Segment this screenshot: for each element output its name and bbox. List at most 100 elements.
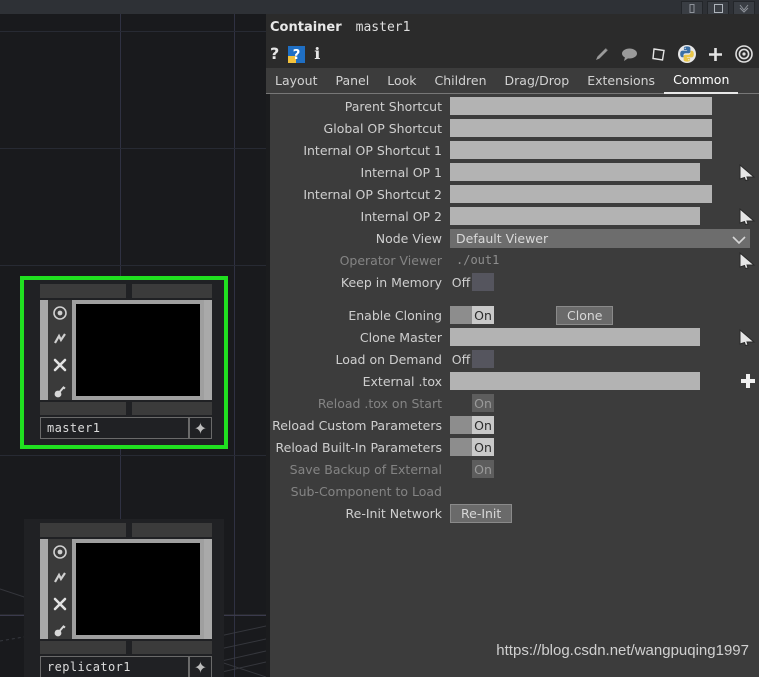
bypass-icon[interactable] bbox=[48, 565, 72, 591]
node-add-button[interactable]: ✦ bbox=[189, 657, 211, 677]
node-top-connector[interactable] bbox=[40, 284, 212, 298]
select-node-view[interactable]: Default Viewer bbox=[450, 228, 750, 248]
edit-pencil-icon[interactable] bbox=[593, 46, 610, 63]
row-internal-op-shortcut-2: Internal OP Shortcut 2 bbox=[270, 183, 759, 205]
collapse-button[interactable] bbox=[733, 1, 755, 15]
clone-x-icon[interactable] bbox=[48, 591, 72, 617]
toggle-keep-in-memory[interactable]: Off bbox=[450, 273, 494, 291]
parameter-header: Container master1 bbox=[266, 14, 759, 40]
clone-x-icon[interactable] bbox=[48, 352, 72, 378]
svg-text:?: ? bbox=[293, 48, 301, 63]
node-view-value: Default Viewer bbox=[456, 230, 549, 246]
toggle-reload-custom-parameters[interactable]: On bbox=[450, 416, 494, 434]
row-reload-tox-on-start: Reload .tox on Start On bbox=[270, 392, 759, 414]
op-help-icon[interactable]: ? bbox=[288, 45, 306, 63]
input-internal-op-shortcut-2[interactable] bbox=[450, 185, 712, 203]
toggle-handle bbox=[472, 350, 494, 368]
watermark-text: https://blog.csdn.net/wangpuqing1997 bbox=[496, 642, 749, 659]
label-global-op-shortcut: Global OP Shortcut bbox=[323, 120, 442, 136]
label-reload-builtin-parameters: Reload Built-In Parameters bbox=[275, 439, 443, 455]
touchdesigner-window: master1 ✦ replicator1 ✦ Container master… bbox=[0, 0, 759, 677]
input-global-op-shortcut[interactable] bbox=[450, 119, 712, 137]
input-clone-master[interactable] bbox=[450, 328, 700, 346]
input-internal-op-2[interactable] bbox=[450, 207, 700, 225]
op-picker-icon[interactable] bbox=[735, 162, 759, 182]
node-right-rail bbox=[204, 539, 212, 639]
toggle-state-label: Off bbox=[450, 273, 472, 291]
restore-button[interactable] bbox=[681, 1, 703, 15]
title-bar bbox=[0, 0, 759, 15]
tab-look[interactable]: Look bbox=[378, 73, 425, 93]
node-name-label: replicator1 bbox=[47, 660, 131, 674]
node-viewport[interactable] bbox=[72, 300, 204, 400]
toggle-enable-cloning[interactable]: On bbox=[450, 306, 494, 324]
target-icon[interactable] bbox=[735, 45, 753, 63]
input-parent-shortcut[interactable] bbox=[450, 97, 712, 115]
node-replicator1[interactable]: replicator1 ✦ + bbox=[24, 519, 224, 677]
info-icon[interactable]: i bbox=[314, 46, 320, 62]
row-operator-viewer: Operator Viewer ./out1 bbox=[270, 249, 759, 271]
lock-icon[interactable] bbox=[48, 378, 72, 404]
tab-extensions[interactable]: Extensions bbox=[578, 73, 664, 93]
network-editor[interactable]: master1 ✦ replicator1 ✦ bbox=[0, 14, 266, 677]
toggle-handle bbox=[472, 273, 494, 291]
row-enable-cloning: Enable Cloning On Clone bbox=[270, 304, 759, 326]
help-icon[interactable]: ? bbox=[270, 46, 279, 62]
label-external-tox: External .tox bbox=[362, 373, 442, 389]
node-top-connector[interactable] bbox=[40, 523, 212, 537]
row-parent-shortcut: Parent Shortcut bbox=[270, 95, 759, 117]
label-clone-master: Clone Master bbox=[359, 329, 442, 345]
row-keep-in-memory: Keep in Memory Off bbox=[270, 271, 759, 293]
tag-icon[interactable] bbox=[650, 46, 667, 63]
node-viewport[interactable] bbox=[72, 539, 204, 639]
input-external-tox[interactable] bbox=[450, 372, 700, 390]
viewer-toggle-icon[interactable] bbox=[48, 300, 72, 326]
toggle-load-on-demand[interactable]: Off bbox=[450, 350, 494, 368]
tab-layout[interactable]: Layout bbox=[266, 73, 327, 93]
tab-children[interactable]: Children bbox=[426, 73, 496, 93]
re-init-button[interactable]: Re-Init bbox=[450, 503, 513, 523]
lock-icon[interactable] bbox=[48, 617, 72, 643]
label-internal-op-1: Internal OP 1 bbox=[360, 164, 442, 180]
bypass-icon[interactable] bbox=[48, 326, 72, 352]
operator-type-label: Container bbox=[270, 19, 342, 35]
toggle-reload-builtin-parameters[interactable]: On bbox=[450, 438, 494, 456]
operator-name-label: master1 bbox=[355, 19, 411, 35]
label-sub-component-to-load: Sub-Component to Load bbox=[290, 483, 442, 499]
node-name-bar[interactable]: replicator1 ✦ bbox=[40, 656, 212, 677]
grid-line-horizontal bbox=[0, 31, 266, 32]
node-master1[interactable]: master1 ✦ bbox=[20, 276, 228, 449]
label-internal-op-shortcut-1: Internal OP Shortcut 1 bbox=[303, 142, 442, 158]
add-parameter-icon[interactable] bbox=[707, 46, 724, 63]
toggle-state-label: On bbox=[472, 306, 494, 324]
input-internal-op-1[interactable] bbox=[450, 163, 700, 181]
add-file-icon[interactable] bbox=[738, 372, 758, 390]
node-add-button[interactable]: ✦ bbox=[189, 418, 211, 438]
grid-line-horizontal bbox=[0, 455, 266, 456]
input-internal-op-shortcut-1[interactable] bbox=[450, 141, 712, 159]
label-load-on-demand: Load on Demand bbox=[335, 351, 442, 367]
toggle-state-label: On bbox=[472, 416, 494, 434]
parameter-rows: Parent Shortcut Global OP Shortcut Inter… bbox=[270, 95, 759, 677]
op-picker-icon[interactable] bbox=[735, 250, 759, 270]
op-picker-icon[interactable] bbox=[735, 327, 759, 347]
chevron-down-icon bbox=[732, 229, 746, 248]
node-icon-column bbox=[48, 300, 72, 400]
maximize-button[interactable] bbox=[707, 1, 729, 15]
op-picker-icon[interactable] bbox=[735, 206, 759, 226]
toggle-handle bbox=[450, 416, 472, 434]
grid-line-horizontal bbox=[0, 265, 266, 266]
tab-common[interactable]: Common bbox=[664, 72, 739, 94]
comment-icon[interactable] bbox=[621, 47, 639, 62]
toggle-handle bbox=[450, 438, 472, 456]
row-internal-op-2: Internal OP 2 bbox=[270, 205, 759, 227]
toggle-state-label: On bbox=[472, 394, 494, 412]
tab-drag-drop[interactable]: Drag/Drop bbox=[496, 73, 579, 93]
node-name-bar[interactable]: master1 ✦ bbox=[40, 417, 212, 439]
label-parent-shortcut: Parent Shortcut bbox=[344, 98, 442, 114]
tab-panel[interactable]: Panel bbox=[327, 73, 379, 93]
node-right-rail bbox=[204, 300, 212, 400]
viewer-toggle-icon[interactable] bbox=[48, 539, 72, 565]
clone-button[interactable]: Clone bbox=[556, 305, 614, 325]
python-icon[interactable] bbox=[678, 45, 696, 63]
